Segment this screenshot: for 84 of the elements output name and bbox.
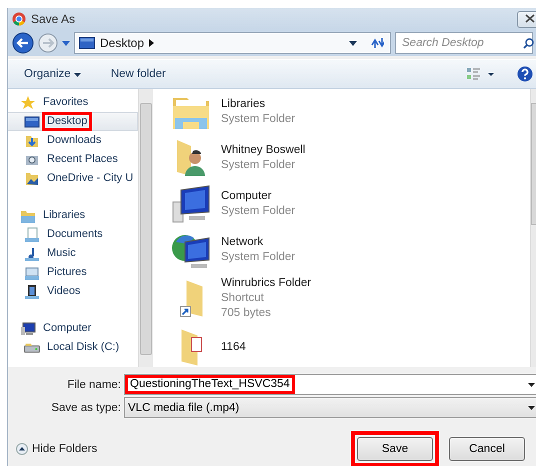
close-button[interactable] [517,10,536,28]
sidebar-item[interactable]: OneDrive - City U [8,169,138,188]
save-type-value: VLC media file (.mp4) [128,402,240,414]
sidebar-label: Documents [46,227,104,242]
sidebar-label: Local Disk (C:) [46,340,120,355]
search-icon [523,38,534,48]
sidebar-group[interactable]: Computer [8,319,138,338]
file-name: Whitney Boswell [221,143,306,158]
sidebar-label: Downloads [46,133,102,148]
cancel-button[interactable]: Cancel [449,437,525,461]
dropdown-caret-icon [528,406,535,410]
file-item[interactable]: 1164 [157,324,530,367]
scrollbar[interactable] [138,89,153,367]
sidebar-item[interactable]: Music [8,244,138,263]
sidebar-label: Recent Places [46,152,119,167]
picture-icon [24,264,40,280]
file-name: 1164 [221,340,246,354]
file-name-value: QuestioningTheText_HSVC354 [125,375,295,394]
scrollbar[interactable] [530,89,536,367]
search-placeholder: Search Desktop [402,37,484,49]
file-item[interactable]: Winrubrics Folder Shortcut 705 bytes [157,273,530,324]
file-item[interactable]: Whitney Boswell System Folder [157,135,530,181]
organize-menu-button[interactable]: Organize [20,66,85,82]
save-button[interactable]: Save [357,437,433,461]
save-type-dropdown[interactable]: VLC media file (.mp4) [124,397,536,418]
file-detail: System Folder [221,204,296,219]
app-logo-icon [12,12,26,26]
dropdown-caret-icon[interactable] [528,382,535,386]
file-name: Libraries [221,97,266,112]
computer-icon [171,184,211,224]
file-detail: Shortcut [221,291,265,306]
chevron-right-icon [149,39,154,47]
new-folder-button[interactable]: New folder [106,66,170,82]
file-name-field[interactable]: QuestioningTheText_HSVC354 [124,374,536,395]
document-icon [24,226,40,242]
address-bar[interactable]: Desktop [74,32,391,54]
dropdown-caret-icon[interactable] [349,40,357,46]
hide-folders-button[interactable]: Hide Folders [16,443,98,455]
sidebar-group[interactable]: Libraries [8,206,138,225]
file-item[interactable]: Network System Folder [157,227,530,273]
shortcut-folder-icon [180,280,202,317]
file-item[interactable]: Libraries System Folder [157,89,530,135]
computer-icon [20,320,36,336]
music-note-icon [24,246,40,262]
file-name-label: File name: [66,378,122,390]
sidebar-item[interactable]: Downloads [8,131,138,150]
sidebar-group[interactable]: Favorites [8,93,138,112]
file-detail: System Folder [221,158,296,173]
file-detail: System Folder [221,112,296,127]
file-detail: System Folder [221,250,296,265]
help-icon[interactable] [517,66,533,82]
sidebar-item[interactable]: Local Disk (C:) [8,338,138,357]
window-title: Save As [31,12,76,26]
refresh-icon[interactable] [370,37,384,49]
sidebar-label: Favorites [42,95,90,110]
sidebar-label: Computer [42,321,92,336]
sidebar-label: OneDrive - City U [46,171,134,186]
sidebar-label: Music [46,246,77,261]
sidebar-item[interactable]: Pictures [8,263,138,282]
sidebar-label: Pictures [46,265,88,280]
sidebar-label: Videos [46,284,82,299]
sidebar-label: Desktop [42,112,92,131]
close-icon [525,14,535,23]
file-item[interactable]: Computer System Folder [157,181,530,227]
star-icon [20,94,36,110]
sidebar-item[interactable]: Videos [8,282,138,301]
file-name: Network [221,235,264,250]
sidebar-item[interactable]: Desktop [8,112,138,131]
sidebar-item[interactable]: Documents [8,225,138,244]
desktop-icon [79,37,95,49]
file-name: Winrubrics Folder [221,276,312,291]
save-type-label: Save as type: [50,402,122,414]
sidebar-item[interactable]: Recent Places [8,150,138,169]
file-name: Computer [221,189,272,204]
chevron-up-icon [16,443,28,455]
view-options-icon[interactable] [467,68,495,80]
folder-icon [24,170,40,186]
file-detail: 705 bytes [221,306,272,321]
sidebar-label: Libraries [42,208,86,223]
address-text: Desktop [100,36,144,50]
film-icon [24,284,40,300]
desktop-icon [24,114,40,130]
disk-drive-icon [24,342,40,352]
dropdown-caret-icon [74,73,81,77]
